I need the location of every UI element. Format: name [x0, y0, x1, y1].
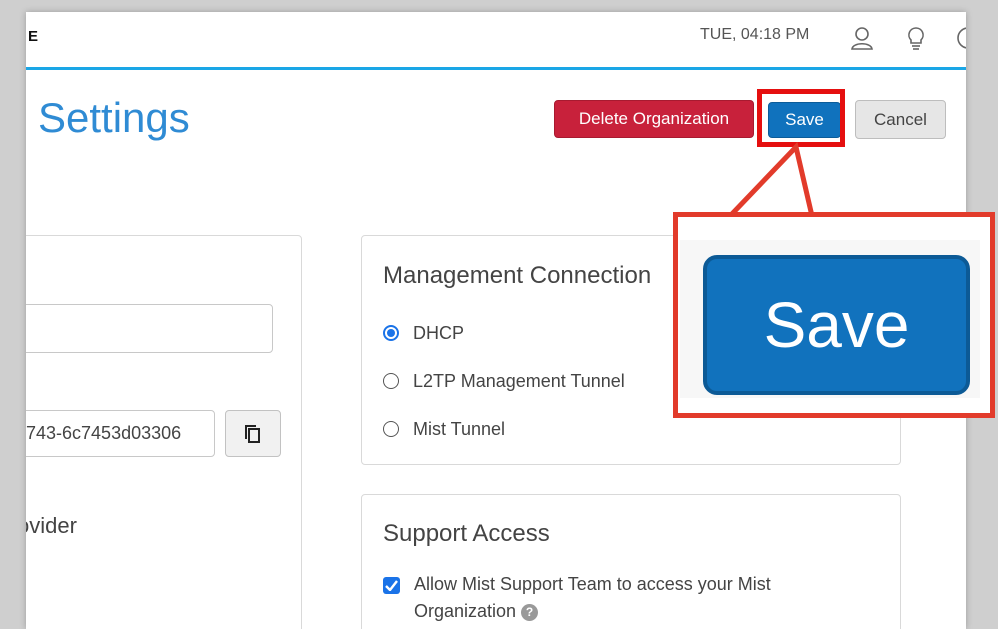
radio-button[interactable]: [383, 325, 399, 341]
page-title: Settings: [38, 94, 190, 141]
support-access-title: Support Access: [383, 520, 550, 547]
radio-button[interactable]: [383, 421, 399, 437]
cancel-button[interactable]: Cancel: [855, 100, 946, 139]
checkmark-icon: [385, 580, 398, 591]
radio-mist-tunnel[interactable]: Mist Tunnel: [383, 419, 505, 440]
checkbox-label: Allow Mist Support Team to access your M…: [414, 571, 771, 625]
radio-label: Mist Tunnel: [413, 419, 506, 439]
brand-logo: E: [28, 28, 39, 45]
radio-button[interactable]: [383, 373, 399, 389]
checkbox-label-line1: Allow Mist Support Team to access your M…: [414, 574, 771, 594]
provider-label: ovider: [26, 513, 77, 538]
organization-name-input[interactable]: [26, 304, 273, 353]
allow-support-checkbox-row[interactable]: Allow Mist Support Team to access your M…: [383, 574, 771, 625]
checkbox[interactable]: [383, 577, 400, 594]
checkbox-label-line2: Organization: [414, 601, 517, 621]
radio-label: L2TP Management Tunnel: [413, 371, 625, 391]
copy-icon: [245, 424, 260, 443]
help-icon[interactable]: ?: [521, 603, 539, 621]
delete-organization-button[interactable]: Delete Organization: [554, 100, 754, 138]
lightbulb-icon[interactable]: [902, 24, 930, 52]
clock: TUE, 04:18 PM: [700, 26, 810, 43]
save-highlight-box: [757, 89, 845, 147]
top-bar: E TUE, 04:18 PM: [26, 12, 966, 70]
radio-dhcp[interactable]: DHCP: [383, 323, 464, 344]
management-connection-title: Management Connection: [383, 262, 652, 289]
zoomed-save-button: Save: [703, 255, 970, 395]
user-icon[interactable]: [848, 24, 876, 52]
support-access-card: Support Access Allow Mist Support Team t…: [361, 494, 901, 629]
copy-button[interactable]: [225, 410, 281, 457]
help-circle-icon[interactable]: [954, 24, 966, 52]
radio-l2tp[interactable]: L2TP Management Tunnel: [383, 371, 625, 392]
organization-id-field[interactable]: 743-6c7453d03306: [26, 410, 215, 457]
radio-label: DHCP: [413, 323, 465, 343]
organization-info-card: 743-6c7453d03306 ovider: [26, 235, 302, 629]
